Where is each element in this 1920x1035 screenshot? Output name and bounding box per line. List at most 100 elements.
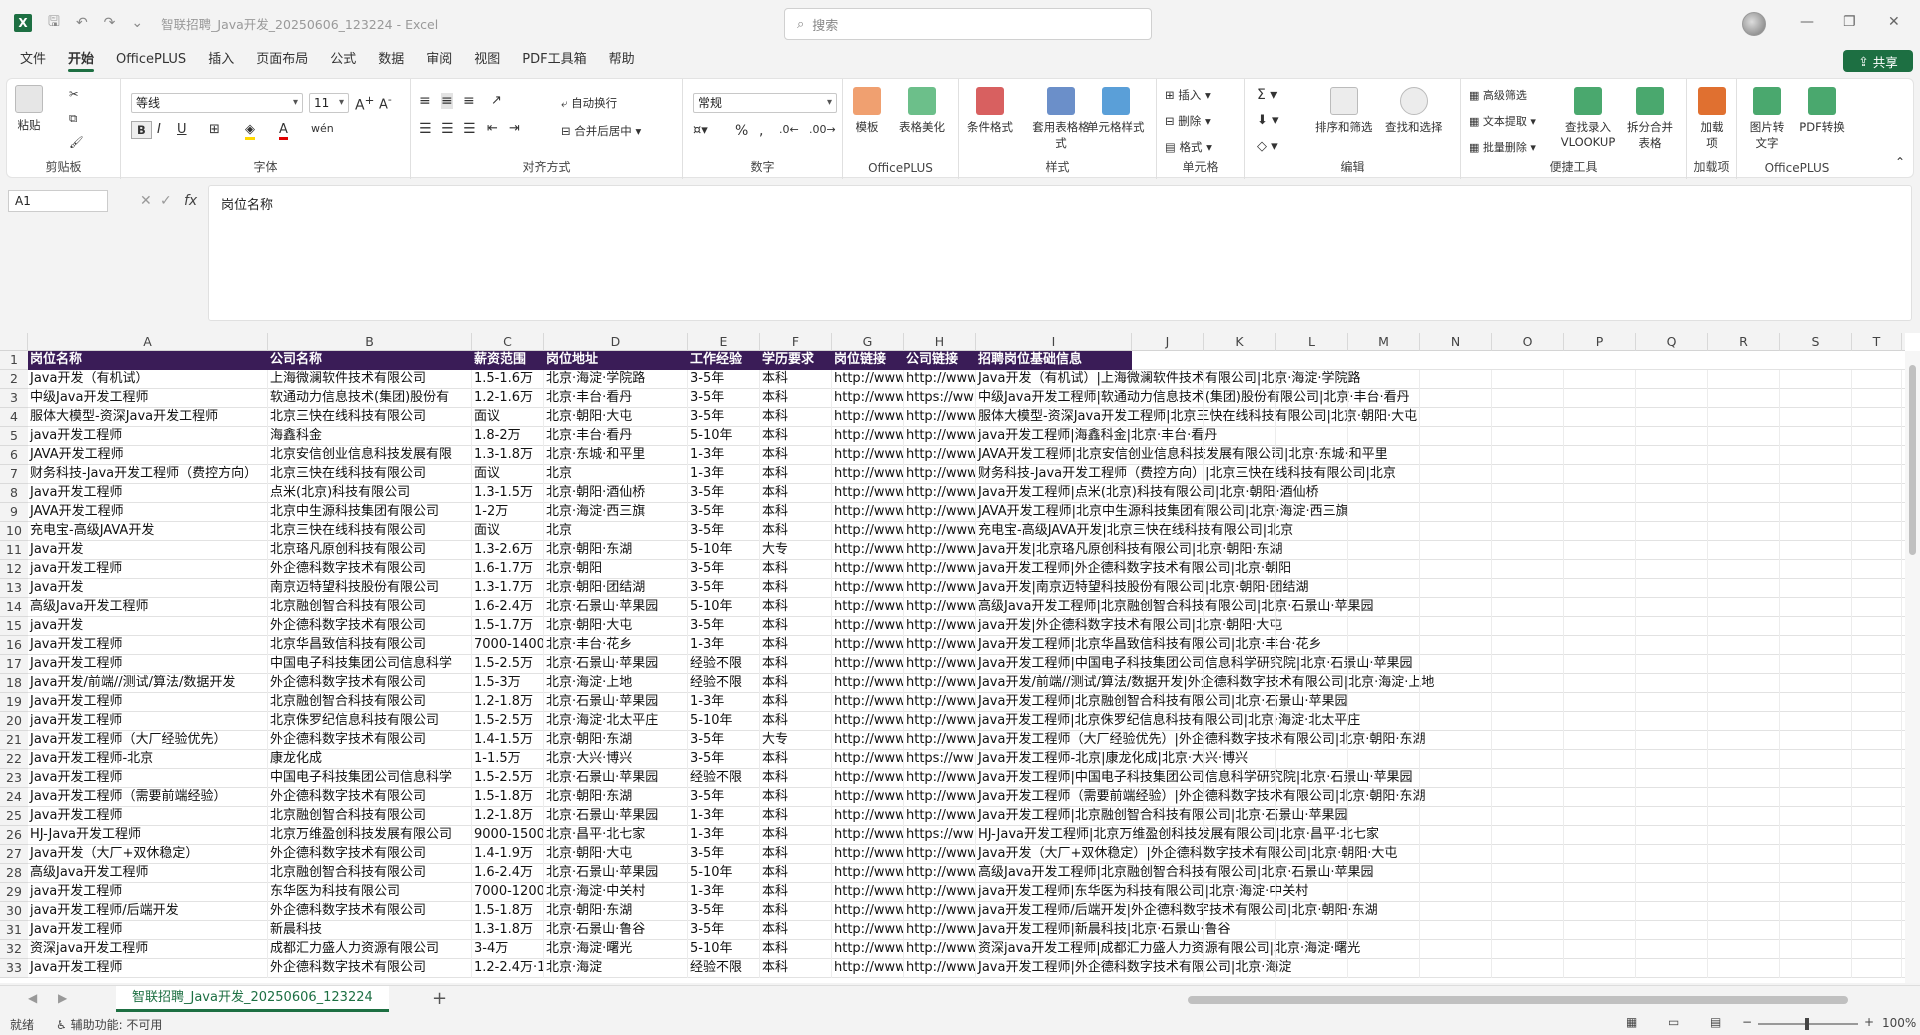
- cell[interactable]: http://www: [832, 674, 904, 693]
- empty-cell[interactable]: [1420, 921, 1492, 940]
- phonetic-icon[interactable]: wén: [311, 122, 334, 135]
- cell[interactable]: JAVA开发工程师|北京安信创业信息科技发展有限公司|北京·东城·和平里: [976, 446, 1388, 465]
- header-cell[interactable]: 公司名称: [268, 351, 472, 370]
- empty-cell[interactable]: [1420, 408, 1492, 427]
- empty-cell[interactable]: [1492, 902, 1564, 921]
- cell[interactable]: Java开发工程师|北京融创智合科技有限公司|北京·石景山·苹果园: [976, 693, 1348, 712]
- empty-cell[interactable]: [1780, 750, 1852, 769]
- row-header[interactable]: 30: [0, 902, 28, 921]
- empty-cell[interactable]: [1852, 389, 1902, 408]
- decrease-font-icon[interactable]: A-: [379, 93, 392, 112]
- cell[interactable]: 5-10年: [688, 541, 760, 560]
- select-all-corner[interactable]: [0, 333, 28, 351]
- vertical-scroll-thumb[interactable]: [1909, 365, 1916, 555]
- empty-cell[interactable]: [1204, 389, 1276, 408]
- cell[interactable]: 本科: [760, 389, 832, 408]
- column-header-o[interactable]: O: [1492, 333, 1564, 351]
- cell[interactable]: 经验不限: [688, 655, 760, 674]
- column-header-j[interactable]: J: [1132, 333, 1204, 351]
- empty-cell[interactable]: [1348, 826, 1420, 845]
- cell[interactable]: http://www: [904, 560, 976, 579]
- empty-cell[interactable]: [1708, 655, 1780, 674]
- empty-cell[interactable]: [1492, 446, 1564, 465]
- empty-cell[interactable]: [1420, 446, 1492, 465]
- empty-cell[interactable]: [1132, 959, 1204, 978]
- cell[interactable]: http://www: [832, 826, 904, 845]
- cell[interactable]: 1.5-2.5万: [472, 769, 544, 788]
- empty-cell[interactable]: [1564, 693, 1636, 712]
- empty-cell[interactable]: [1348, 446, 1420, 465]
- cell[interactable]: 1.5-3万: [472, 674, 544, 693]
- empty-cell[interactable]: [1636, 712, 1708, 731]
- cell[interactable]: 财务科技-Java开发工程师（费控方向）: [28, 465, 268, 484]
- cell[interactable]: Java开发|北京珞凡原创科技有限公司|北京·朝阳·东湖: [976, 541, 1283, 560]
- empty-cell[interactable]: [1348, 655, 1420, 674]
- column-header-n[interactable]: N: [1420, 333, 1492, 351]
- empty-cell[interactable]: [1708, 883, 1780, 902]
- empty-cell[interactable]: [1708, 712, 1780, 731]
- cell[interactable]: http://www: [904, 902, 976, 921]
- autosum-icon[interactable]: Σ ▾: [1257, 87, 1277, 103]
- copy-icon[interactable]: ⧉: [69, 111, 77, 126]
- number-format-select[interactable]: 常规: [693, 93, 837, 113]
- empty-cell[interactable]: [1852, 522, 1902, 541]
- format-painter-icon[interactable]: 🖌: [69, 135, 84, 149]
- empty-cell[interactable]: [1636, 370, 1708, 389]
- row-header[interactable]: 12: [0, 560, 28, 579]
- empty-cell[interactable]: [1420, 769, 1492, 788]
- cell[interactable]: http://www: [904, 864, 976, 883]
- empty-cell[interactable]: [1348, 465, 1420, 484]
- empty-cell[interactable]: [1852, 655, 1902, 674]
- cell[interactable]: http://www: [904, 370, 976, 389]
- cell[interactable]: 5-10年: [688, 427, 760, 446]
- cell[interactable]: http://www: [904, 579, 976, 598]
- empty-cell[interactable]: [1708, 389, 1780, 408]
- cell[interactable]: 本科: [760, 446, 832, 465]
- empty-cell[interactable]: [1132, 921, 1204, 940]
- empty-cell[interactable]: [1420, 712, 1492, 731]
- cell[interactable]: Java开发工程师|新晨科技|北京·石景山·鲁谷: [976, 921, 1231, 940]
- empty-cell[interactable]: [1492, 921, 1564, 940]
- empty-cell[interactable]: [1132, 655, 1204, 674]
- fx-icon[interactable]: fx: [184, 193, 197, 209]
- empty-cell[interactable]: [1276, 427, 1348, 446]
- conditional-format-button[interactable]: 条件格式: [967, 87, 1013, 135]
- cell[interactable]: 上海微澜软件技术有限公司: [268, 370, 472, 389]
- wrap-text-button[interactable]: ⤶ 自动换行: [561, 95, 617, 111]
- cell[interactable]: 北京·石景山·苹果园: [544, 693, 688, 712]
- cell[interactable]: 本科: [760, 427, 832, 446]
- empty-cell[interactable]: [1852, 826, 1902, 845]
- empty-cell[interactable]: [1708, 769, 1780, 788]
- cell[interactable]: 本科: [760, 940, 832, 959]
- empty-cell[interactable]: [1132, 940, 1204, 959]
- empty-cell[interactable]: [1564, 940, 1636, 959]
- batch-delete-button[interactable]: ▦ 批量删除 ▾: [1469, 139, 1536, 155]
- empty-cell[interactable]: [1492, 427, 1564, 446]
- cut-icon[interactable]: ✂: [69, 87, 79, 101]
- empty-cell[interactable]: [1780, 484, 1852, 503]
- empty-cell[interactable]: [1492, 636, 1564, 655]
- cell[interactable]: Java开发: [28, 541, 268, 560]
- row-header[interactable]: 7: [0, 465, 28, 484]
- empty-cell[interactable]: [1276, 579, 1348, 598]
- zoom-level[interactable]: 100%: [1882, 1016, 1916, 1030]
- orientation-icon[interactable]: ↗: [491, 93, 502, 108]
- cell[interactable]: http://www: [904, 541, 976, 560]
- column-header-c[interactable]: C: [472, 333, 544, 351]
- empty-cell[interactable]: [1348, 921, 1420, 940]
- header-cell[interactable]: 岗位链接: [832, 351, 904, 370]
- empty-cell[interactable]: [1852, 370, 1902, 389]
- minimize-icon[interactable]: —: [1800, 14, 1814, 30]
- cell[interactable]: 北京·石景山·苹果园: [544, 864, 688, 883]
- cell[interactable]: 3-5年: [688, 560, 760, 579]
- empty-cell[interactable]: [1492, 522, 1564, 541]
- cell[interactable]: http://www: [904, 807, 976, 826]
- cell[interactable]: Java开发: [28, 579, 268, 598]
- column-header-r[interactable]: R: [1708, 333, 1780, 351]
- empty-cell[interactable]: [1420, 731, 1492, 750]
- empty-cell[interactable]: [1564, 655, 1636, 674]
- empty-cell[interactable]: [1852, 750, 1902, 769]
- row-header[interactable]: 18: [0, 674, 28, 693]
- cell[interactable]: http://www: [904, 769, 976, 788]
- empty-cell[interactable]: [1132, 769, 1204, 788]
